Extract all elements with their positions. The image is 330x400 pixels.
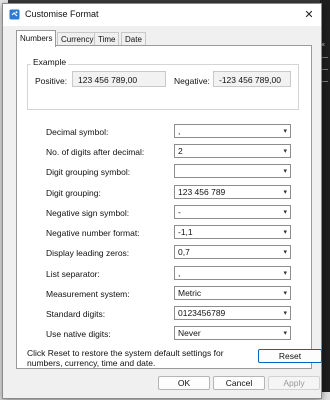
tab-time[interactable]: Time	[94, 32, 120, 46]
decimal-symbol-combo[interactable]: , ▾	[174, 124, 291, 138]
tab-currency[interactable]: Currency	[57, 32, 98, 46]
close-icon[interactable]: ✕	[301, 7, 317, 23]
use-native-digits-combo[interactable]: Never ▾	[174, 326, 291, 340]
reset-button[interactable]: Reset	[258, 349, 322, 363]
use-native-digits-value: Never	[178, 328, 201, 338]
chevron-down-icon: ▾	[283, 310, 287, 317]
chevron-down-icon: ▾	[283, 128, 287, 135]
display-leading-zeros-label: Display leading zeros:	[46, 248, 130, 258]
list-separator-label: List separator:	[46, 269, 100, 279]
use-native-digits-label: Use native digits:	[46, 329, 111, 339]
chevron-down-icon: ▾	[283, 209, 287, 216]
example-group-label: Example	[31, 57, 69, 67]
chevron-down-icon: ▾	[283, 229, 287, 236]
standard-digits-value: 0123456789	[178, 308, 226, 318]
display-leading-zeros-combo[interactable]: 0,7 ▾	[174, 245, 291, 259]
chevron-down-icon: ▾	[283, 168, 287, 175]
negative-label: Negative:	[174, 76, 210, 86]
title-bar[interactable]: Customise Format ✕	[3, 4, 321, 26]
list-separator-combo[interactable]: , ▾	[174, 266, 291, 280]
positive-example-value: 123 456 789,00	[72, 71, 166, 87]
digit-grouping-symbol-label: Digit grouping symbol:	[46, 167, 131, 177]
negative-number-format-value: -1,1	[178, 227, 193, 237]
digits-after-decimal-value: 2	[178, 146, 183, 156]
digit-grouping-label: Digit grouping:	[46, 188, 101, 198]
window-title: Customise Format	[25, 9, 99, 19]
apply-button[interactable]: Apply	[268, 376, 320, 390]
chevron-down-icon: ▾	[283, 148, 287, 155]
digit-grouping-symbol-combo[interactable]: ▾	[174, 164, 291, 178]
chevron-down-icon: ▾	[283, 270, 287, 277]
positive-label: Positive:	[35, 76, 68, 86]
decimal-symbol-value: ,	[178, 126, 181, 136]
negative-sign-symbol-value: -	[178, 207, 181, 217]
reset-description: Click Reset to restore the system defaul…	[27, 348, 224, 368]
chevron-down-icon: ▾	[283, 330, 287, 337]
chevron-down-icon: ▾	[283, 189, 287, 196]
negative-sign-symbol-combo[interactable]: - ▾	[174, 205, 291, 219]
list-separator-value: ,	[178, 268, 181, 278]
digit-grouping-value: 123 456 789	[178, 187, 226, 197]
chevron-down-icon: ▾	[283, 249, 287, 256]
negative-number-format-combo[interactable]: -1,1 ▾	[174, 225, 291, 239]
negative-number-format-label: Negative number format:	[46, 228, 140, 238]
customise-format-dialog: Customise Format ✕ Numbers Currency Time…	[2, 3, 322, 399]
digits-after-decimal-label: No. of digits after decimal:	[46, 147, 145, 157]
digit-grouping-combo[interactable]: 123 456 789 ▾	[174, 185, 291, 199]
ok-button[interactable]: OK	[158, 376, 210, 390]
decimal-symbol-label: Decimal symbol:	[46, 127, 109, 137]
cancel-button[interactable]: Cancel	[213, 376, 265, 390]
tab-numbers[interactable]: Numbers	[16, 30, 57, 47]
measurement-system-value: Metric	[178, 288, 202, 298]
chevron-down-icon: ▾	[283, 290, 287, 297]
standard-digits-combo[interactable]: 0123456789 ▾	[174, 306, 291, 320]
region-settings-icon	[9, 9, 20, 20]
numbers-panel: Example Positive: 123 456 789,00 Negativ…	[16, 45, 322, 369]
standard-digits-label: Standard digits:	[46, 309, 106, 319]
negative-sign-symbol-label: Negative sign symbol:	[46, 208, 130, 218]
display-leading-zeros-value: 0,7	[178, 247, 190, 257]
measurement-system-label: Measurement system:	[46, 289, 130, 299]
negative-example-value: -123 456 789,00	[213, 71, 291, 87]
digits-after-decimal-combo[interactable]: 2 ▾	[174, 144, 291, 158]
tab-date[interactable]: Date	[121, 32, 146, 46]
measurement-system-combo[interactable]: Metric ▾	[174, 286, 291, 300]
background-text-fragments: × — — —	[321, 42, 328, 85]
